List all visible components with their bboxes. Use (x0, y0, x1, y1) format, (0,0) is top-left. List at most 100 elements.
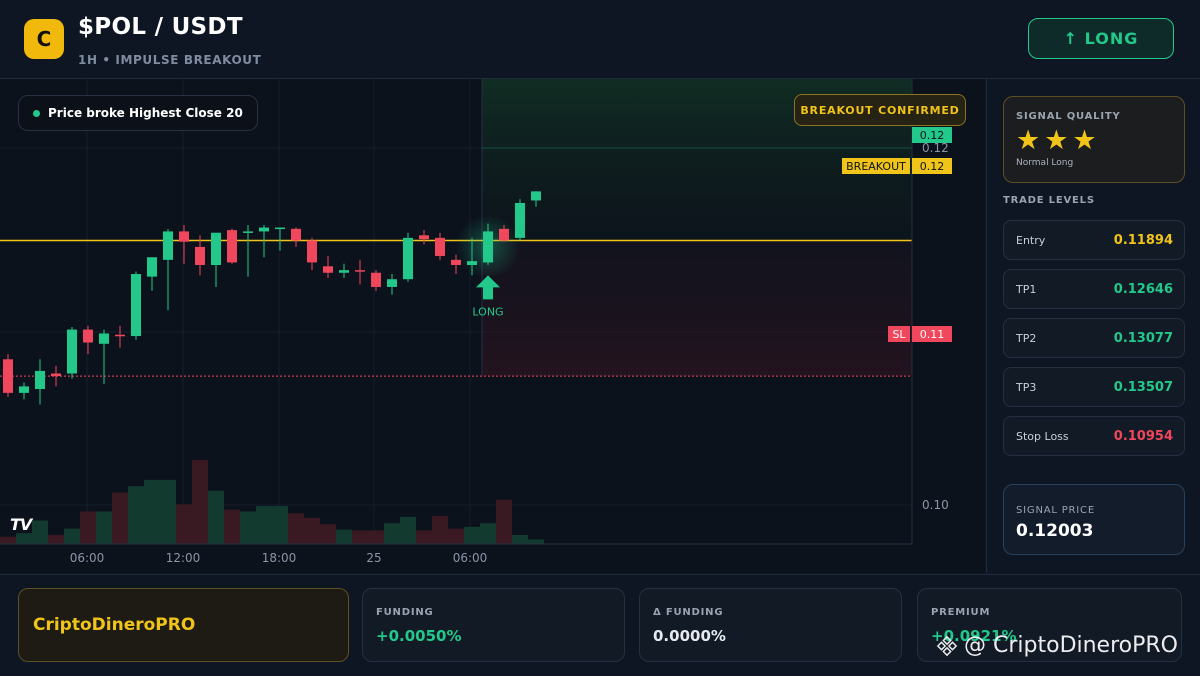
volume-bar (432, 516, 448, 544)
volume-bar (464, 526, 480, 544)
candle-body (451, 259, 461, 265)
volume-bar (48, 534, 64, 544)
trade-level-value: 0.13507 (1113, 380, 1173, 395)
candle-body (339, 270, 349, 273)
volume-bar (0, 536, 16, 544)
trade-level-label: Entry (1016, 234, 1046, 247)
candle-body (307, 240, 317, 263)
volume-bar (336, 529, 352, 544)
trade-level-row: Entry 0.11894 (1003, 220, 1185, 260)
breakout-confirmed-badge: BREAKOUT CONFIRMED (794, 94, 966, 126)
candle-body (3, 359, 13, 393)
legend-text: Price broke Highest Close 20 (48, 106, 243, 120)
risk-zone (482, 240, 912, 377)
breakout-price-tag: 0.12 (920, 160, 945, 173)
candle-body (179, 231, 189, 242)
volume-bar (416, 530, 432, 544)
pair-title: $POL / USDT (78, 14, 243, 40)
volume-bar (96, 511, 112, 544)
price-chart[interactable]: LONG 0.12 0.11 0.10 06:00 12:00 18:00 25 06:00 0.… (0, 79, 985, 573)
signal-price-card: SIGNAL PRICE 0.12003 (1003, 484, 1185, 555)
stat-label: PREMIUM (931, 607, 991, 618)
sl-price-tag: 0.11 (920, 328, 945, 341)
coin-logo: C (24, 19, 64, 59)
trade-level-row: Stop Loss 0.10954 (1003, 416, 1185, 456)
candle-body (243, 231, 253, 233)
tradingview-logo[interactable]: TV (10, 515, 32, 534)
volume-bar (32, 520, 48, 544)
volume-bar (16, 533, 32, 544)
volume-bar (112, 492, 128, 544)
trade-level-value: 0.13077 (1113, 331, 1173, 346)
volume-bar (208, 490, 224, 544)
stat-value: 0.0000% (653, 627, 726, 645)
footer: CriptoDineroPRO FUNDING +0.0050% Δ FUNDING… (0, 574, 1200, 676)
candle-body (499, 228, 509, 241)
volume-bar (496, 499, 512, 544)
time-tick-label: 12:00 (166, 551, 201, 565)
stat-card: Δ FUNDING 0.0000% (639, 588, 902, 662)
trade-level-row: TP2 0.13077 (1003, 318, 1185, 358)
candle-body (531, 191, 541, 201)
candle-body (467, 261, 477, 265)
long-button[interactable]: ↑ LONG (1028, 18, 1174, 59)
star-rating-icon: ★★★ (1016, 125, 1101, 156)
trade-level-value: 0.10954 (1113, 429, 1173, 444)
candle-body (323, 266, 333, 273)
candlestick-chart[interactable]: LONG 0.12 0.11 0.10 06:00 12:00 18:00 25 06:00 0.… (0, 79, 985, 573)
candle-body (275, 227, 285, 230)
brand-name: CriptoDineroPRO (33, 615, 196, 635)
candle-body (99, 333, 109, 344)
trade-levels-title: TRADE LEVELS (1003, 195, 1095, 206)
volume-bar (528, 539, 544, 544)
candle-body (483, 231, 493, 263)
volume-bar (256, 506, 272, 544)
last-price-tag: 0.12 (920, 129, 945, 142)
volume-bar (448, 528, 464, 544)
brand-card: CriptoDineroPRO (18, 588, 349, 662)
signal-quality-card: SIGNAL QUALITY ★★★ Normal Long (1003, 96, 1185, 183)
stat-label: Δ FUNDING (653, 607, 724, 618)
long-marker-label: LONG (472, 305, 503, 318)
candle-body (227, 230, 237, 263)
volume-bar (480, 523, 496, 544)
candle-body (163, 231, 173, 260)
volume-bar (144, 479, 160, 544)
time-tick-label: 06:00 (70, 551, 105, 565)
volume-bar (160, 479, 176, 544)
candle-body (403, 237, 413, 280)
signal-price-value: 0.12003 (1016, 521, 1094, 541)
watermark-text: @ CriptoDineroPRO (964, 633, 1178, 658)
candle-body (35, 370, 45, 389)
sl-label-tag: SL (892, 328, 906, 341)
signal-sidebar: SIGNAL QUALITY ★★★ Normal Long TRADE LEV… (986, 79, 1200, 573)
volume-bar (288, 513, 304, 544)
volume-bar (224, 509, 240, 544)
stat-value: +0.0050% (376, 627, 462, 645)
trade-level-label: TP2 (1016, 332, 1037, 345)
volume-bar (304, 517, 320, 544)
candle-body (67, 329, 77, 374)
volume-bar (128, 486, 144, 544)
candle-body (387, 279, 397, 287)
candle-body (515, 203, 525, 238)
trade-level-row: TP3 0.13507 (1003, 367, 1185, 407)
signal-quality-note: Normal Long (1016, 158, 1074, 168)
volume-bar (384, 523, 400, 544)
trade-level-value: 0.11894 (1113, 233, 1173, 248)
candle-body (355, 270, 365, 272)
volume-bar (176, 504, 192, 544)
candle-body (131, 274, 141, 337)
volume-bar (352, 530, 368, 544)
candle-body (259, 227, 269, 232)
volume-bar (80, 511, 96, 544)
header: C $POL / USDT 1H • IMPULSE BREAKOUT ↑ LO… (0, 0, 1200, 79)
binance-icon (936, 635, 958, 656)
time-tick-label: 18:00 (262, 551, 297, 565)
volume-bar (400, 516, 416, 544)
stat-card: FUNDING +0.0050% (362, 588, 625, 662)
volume-bar (240, 511, 256, 544)
breakout-legend: Price broke Highest Close 20 (18, 95, 258, 131)
volume-bar (272, 506, 288, 544)
volume-bar (368, 530, 384, 544)
